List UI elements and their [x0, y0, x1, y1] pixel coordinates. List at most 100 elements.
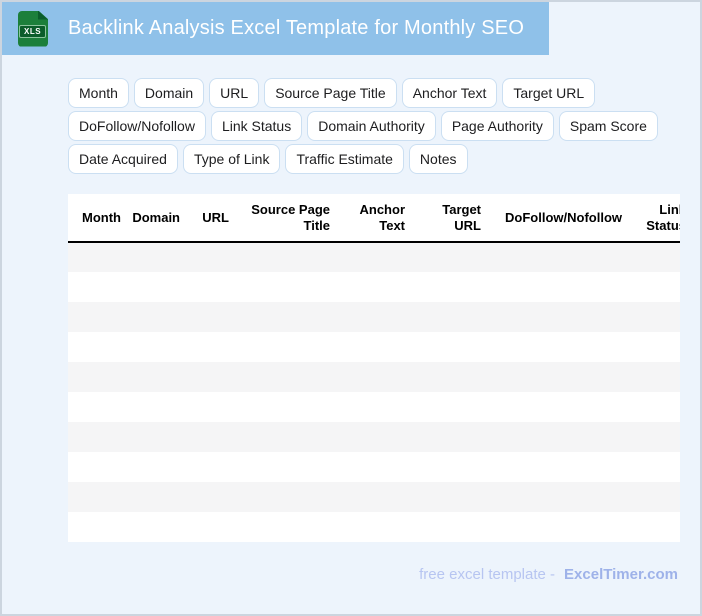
table-cell: [415, 422, 491, 452]
table-cell: [491, 512, 632, 542]
table-cell: [131, 242, 190, 272]
table-cell: [239, 242, 340, 272]
table-cell: [632, 482, 680, 512]
column-header: Target URL: [415, 194, 491, 243]
table-cell: [190, 242, 239, 272]
table-cell: [415, 482, 491, 512]
table-cell: [131, 332, 190, 362]
table-cell: [68, 512, 131, 542]
table-cell: [190, 362, 239, 392]
table-cell: [491, 362, 632, 392]
table-cell: [68, 482, 131, 512]
column-chip[interactable]: Source Page Title: [264, 78, 397, 108]
column-chip[interactable]: DoFollow/Nofollow: [68, 111, 206, 141]
table-cell: [632, 272, 680, 302]
table-cell: [131, 392, 190, 422]
table-cell: [415, 512, 491, 542]
table-cell: [131, 482, 190, 512]
table-cell: [415, 452, 491, 482]
table-cell: [632, 302, 680, 332]
table-row: [68, 332, 680, 362]
table-cell: [68, 362, 131, 392]
column-chip[interactable]: Date Acquired: [68, 144, 178, 174]
table-cell: [632, 332, 680, 362]
footer: free excel template - ExcelTimer.com: [2, 566, 700, 583]
table-row: [68, 482, 680, 512]
column-chip[interactable]: Traffic Estimate: [285, 144, 404, 174]
table-cell: [68, 302, 131, 332]
column-header: Anchor Text: [340, 194, 415, 243]
header-bar: XLS Backlink Analysis Excel Template for…: [2, 2, 549, 55]
table-row: [68, 392, 680, 422]
table-cell: [340, 452, 415, 482]
column-header: Domain: [131, 194, 190, 243]
footer-tagline: free excel template -: [419, 566, 556, 583]
table-cell: [340, 272, 415, 302]
table-cell: [239, 272, 340, 302]
table-cell: [340, 512, 415, 542]
column-header: DoFollow/Nofollow: [491, 194, 632, 243]
table-row: [68, 512, 680, 542]
table-cell: [415, 272, 491, 302]
table-cell: [415, 242, 491, 272]
table-cell: [632, 512, 680, 542]
table-cell: [340, 482, 415, 512]
table-cell: [340, 302, 415, 332]
column-header: URL: [190, 194, 239, 243]
table-cell: [239, 302, 340, 332]
table-row: [68, 242, 680, 272]
template-preview-page: XLS Backlink Analysis Excel Template for…: [0, 0, 702, 616]
field-chip-list: Month Domain URL Source Page Title Anchor Te…: [68, 78, 682, 174]
table-cell: [632, 392, 680, 422]
table-cell: [491, 392, 632, 422]
table-row: [68, 302, 680, 332]
table-cell: [190, 512, 239, 542]
column-chip[interactable]: Spam Score: [558, 111, 658, 141]
column-chip[interactable]: Anchor Text: [401, 78, 498, 108]
column-chip[interactable]: Domain Authority: [307, 111, 436, 141]
column-header: Month: [68, 194, 131, 243]
table-cell: [340, 332, 415, 362]
page-title: Backlink Analysis Excel Template for Mon…: [68, 17, 525, 39]
table-cell: [190, 392, 239, 422]
table-cell: [131, 512, 190, 542]
table-cell: [491, 242, 632, 272]
column-chip[interactable]: Type of Link: [182, 144, 281, 174]
column-chip[interactable]: Page Authority: [440, 111, 554, 141]
table-row: [68, 362, 680, 392]
table-cell: [131, 302, 190, 332]
column-chip[interactable]: Target URL: [502, 78, 596, 108]
table-cell: [632, 242, 680, 272]
table-cell: [190, 302, 239, 332]
column-chip[interactable]: Domain: [133, 78, 205, 108]
table-cell: [190, 272, 239, 302]
table-cell: [415, 302, 491, 332]
column-chip[interactable]: URL: [209, 78, 260, 108]
xls-icon-label: XLS: [19, 24, 47, 38]
table-cell: [491, 272, 632, 302]
table-cell: [131, 422, 190, 452]
spreadsheet-preview: Month Domain URL Source Page Title Anchor Te…: [68, 194, 680, 542]
table-cell: [239, 392, 340, 422]
backlink-table: Month Domain URL Source Page Title Anchor Te…: [68, 194, 680, 542]
column-header: Link Status: [632, 194, 680, 243]
table-cell: [68, 452, 131, 482]
column-chip[interactable]: Month: [68, 78, 129, 108]
table-cell: [491, 422, 632, 452]
table-row: [68, 452, 680, 482]
table-cell: [239, 512, 340, 542]
xls-file-icon: XLS: [18, 10, 48, 47]
table-cell: [491, 332, 632, 362]
table-row: [68, 272, 680, 302]
table-cell: [68, 392, 131, 422]
table-header-row: Month Domain URL Source Page Title Anchor Te…: [68, 194, 680, 243]
table-cell: [340, 422, 415, 452]
column-chip[interactable]: Link Status: [210, 111, 303, 141]
table-cell: [340, 392, 415, 422]
xls-file-fold-corner: [38, 10, 48, 20]
table-cell: [340, 362, 415, 392]
table-cell: [632, 422, 680, 452]
table-row: [68, 422, 680, 452]
column-chip[interactable]: Notes: [408, 144, 468, 174]
footer-brand-link[interactable]: ExcelTimer.com: [564, 566, 678, 583]
